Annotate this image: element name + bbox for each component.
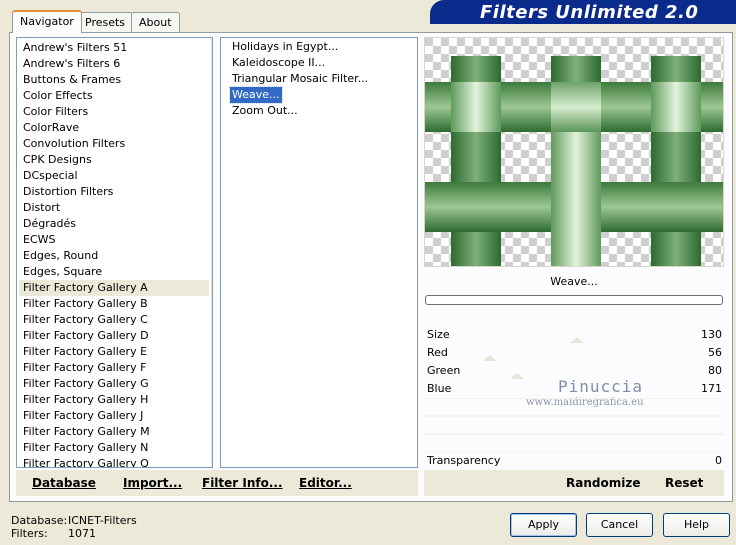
randomize-button[interactable]: Randomize [566, 476, 640, 490]
param-value: 0 [715, 454, 722, 467]
category-item[interactable]: Filter Factory Gallery B [19, 296, 209, 312]
weave-crossing [451, 182, 501, 232]
category-item[interactable]: Andrew's Filters 51 [19, 40, 209, 56]
tab-label: About [139, 16, 172, 29]
tab-navigator[interactable]: Navigator [12, 10, 82, 33]
category-item[interactable]: Distortion Filters [19, 184, 209, 200]
category-item[interactable]: Filter Factory Gallery E [19, 344, 209, 360]
status-filters-label: Filters: [11, 527, 48, 540]
param-label: Transparency [427, 454, 501, 467]
filter-info-button[interactable]: Filter Info... [202, 476, 283, 490]
category-item[interactable]: Color Filters [19, 104, 209, 120]
category-list[interactable]: Andrew's Filters 51 Andrew's Filters 6 But… [16, 37, 213, 468]
weave-crossing [551, 132, 601, 266]
preview-frame [424, 37, 724, 267]
slider-thumb[interactable] [570, 337, 584, 343]
status-database-label: Database: [11, 514, 68, 527]
status-database-value: ICNET-Filters [68, 514, 137, 527]
category-items: Andrew's Filters 51 Andrew's Filters 6 But… [19, 40, 209, 467]
param-transparency[interactable]: Transparency 0 [424, 452, 724, 470]
tab-label: Presets [85, 16, 126, 29]
category-item[interactable]: DCspecial [19, 168, 209, 184]
editor-button[interactable]: Editor... [299, 476, 352, 490]
import-button[interactable]: Import... [123, 476, 182, 490]
category-item[interactable]: Filter Factory Gallery G [19, 376, 209, 392]
weave-crossing [451, 82, 501, 132]
category-item[interactable]: CPK Designs [19, 152, 209, 168]
category-item[interactable]: Convolution Filters [19, 136, 209, 152]
tab-label: Navigator [20, 15, 74, 28]
weave-crossing [551, 82, 601, 132]
preview-image[interactable] [425, 38, 723, 266]
category-item[interactable]: Color Effects [19, 88, 209, 104]
category-item[interactable]: Filter Factory Gallery A [19, 280, 209, 296]
category-item[interactable]: Filter Factory Gallery D [19, 328, 209, 344]
param-empty-row [424, 434, 724, 452]
watermark-title: Pinuccia [558, 377, 644, 396]
category-item[interactable]: Edges, Square [19, 264, 209, 280]
param-value: 171 [701, 382, 722, 395]
category-item[interactable]: Filter Factory Gallery J [19, 408, 209, 424]
slider-thumb[interactable] [483, 355, 497, 361]
filter-item[interactable]: Kaleidoscope II... [230, 55, 325, 71]
category-item[interactable]: ColorRave [19, 120, 209, 136]
database-button[interactable]: Database [32, 476, 96, 490]
apply-button[interactable]: Apply [510, 513, 577, 537]
filter-name-display: Weave... [424, 272, 724, 292]
category-item[interactable]: Distort [19, 200, 209, 216]
weave-crossing [651, 82, 701, 132]
filter-item[interactable]: Holidays in Egypt... [230, 39, 338, 55]
category-scrollbar[interactable]: ≡ [211, 38, 212, 467]
category-item[interactable]: ECWS [19, 232, 209, 248]
app-title: Filters Unlimited 2.0 [480, 2, 699, 23]
category-item[interactable]: Filter Factory Gallery H [19, 392, 209, 408]
slider-thumb[interactable] [510, 373, 524, 379]
category-item[interactable]: Filter Factory Gallery C [19, 312, 209, 328]
help-button[interactable]: Help [663, 513, 730, 537]
size-slider[interactable] [424, 337, 724, 343]
category-item[interactable]: Filter Factory Gallery Q [19, 456, 209, 467]
param-empty-row [424, 398, 724, 416]
reset-button[interactable]: Reset [665, 476, 703, 490]
filter-item[interactable]: Weave... [229, 86, 283, 104]
filter-item[interactable]: Zoom Out... [230, 103, 298, 119]
param-empty-row [424, 416, 724, 434]
category-item[interactable]: Dégradés [19, 216, 209, 232]
filter-name-label: Weave... [550, 275, 598, 288]
category-item[interactable]: Edges, Round [19, 248, 209, 264]
red-slider[interactable] [424, 355, 724, 361]
app-banner: Filters Unlimited 2.0 [430, 0, 736, 24]
status-filters-value: 1071 [68, 527, 96, 540]
progress-bar [425, 295, 723, 305]
category-item[interactable]: Filter Factory Gallery N [19, 440, 209, 456]
cancel-button[interactable]: Cancel [586, 513, 653, 537]
filter-list[interactable]: Holidays in Egypt... Kaleidoscope II... Tr… [220, 37, 418, 468]
filter-item[interactable]: Triangular Mosaic Filter... [230, 71, 368, 87]
category-item[interactable]: Filter Factory Gallery M [19, 424, 209, 440]
category-item[interactable]: Buttons & Frames [19, 72, 209, 88]
tab-presets[interactable]: Presets [77, 12, 134, 32]
category-item[interactable]: Filter Factory Gallery F [19, 360, 209, 376]
param-label: Blue [427, 382, 452, 395]
filter-items: Holidays in Egypt... Kaleidoscope II... Tr… [229, 39, 415, 119]
category-item[interactable]: Andrew's Filters 6 [19, 56, 209, 72]
weave-crossing [651, 182, 701, 232]
tab-about[interactable]: About [131, 12, 180, 32]
